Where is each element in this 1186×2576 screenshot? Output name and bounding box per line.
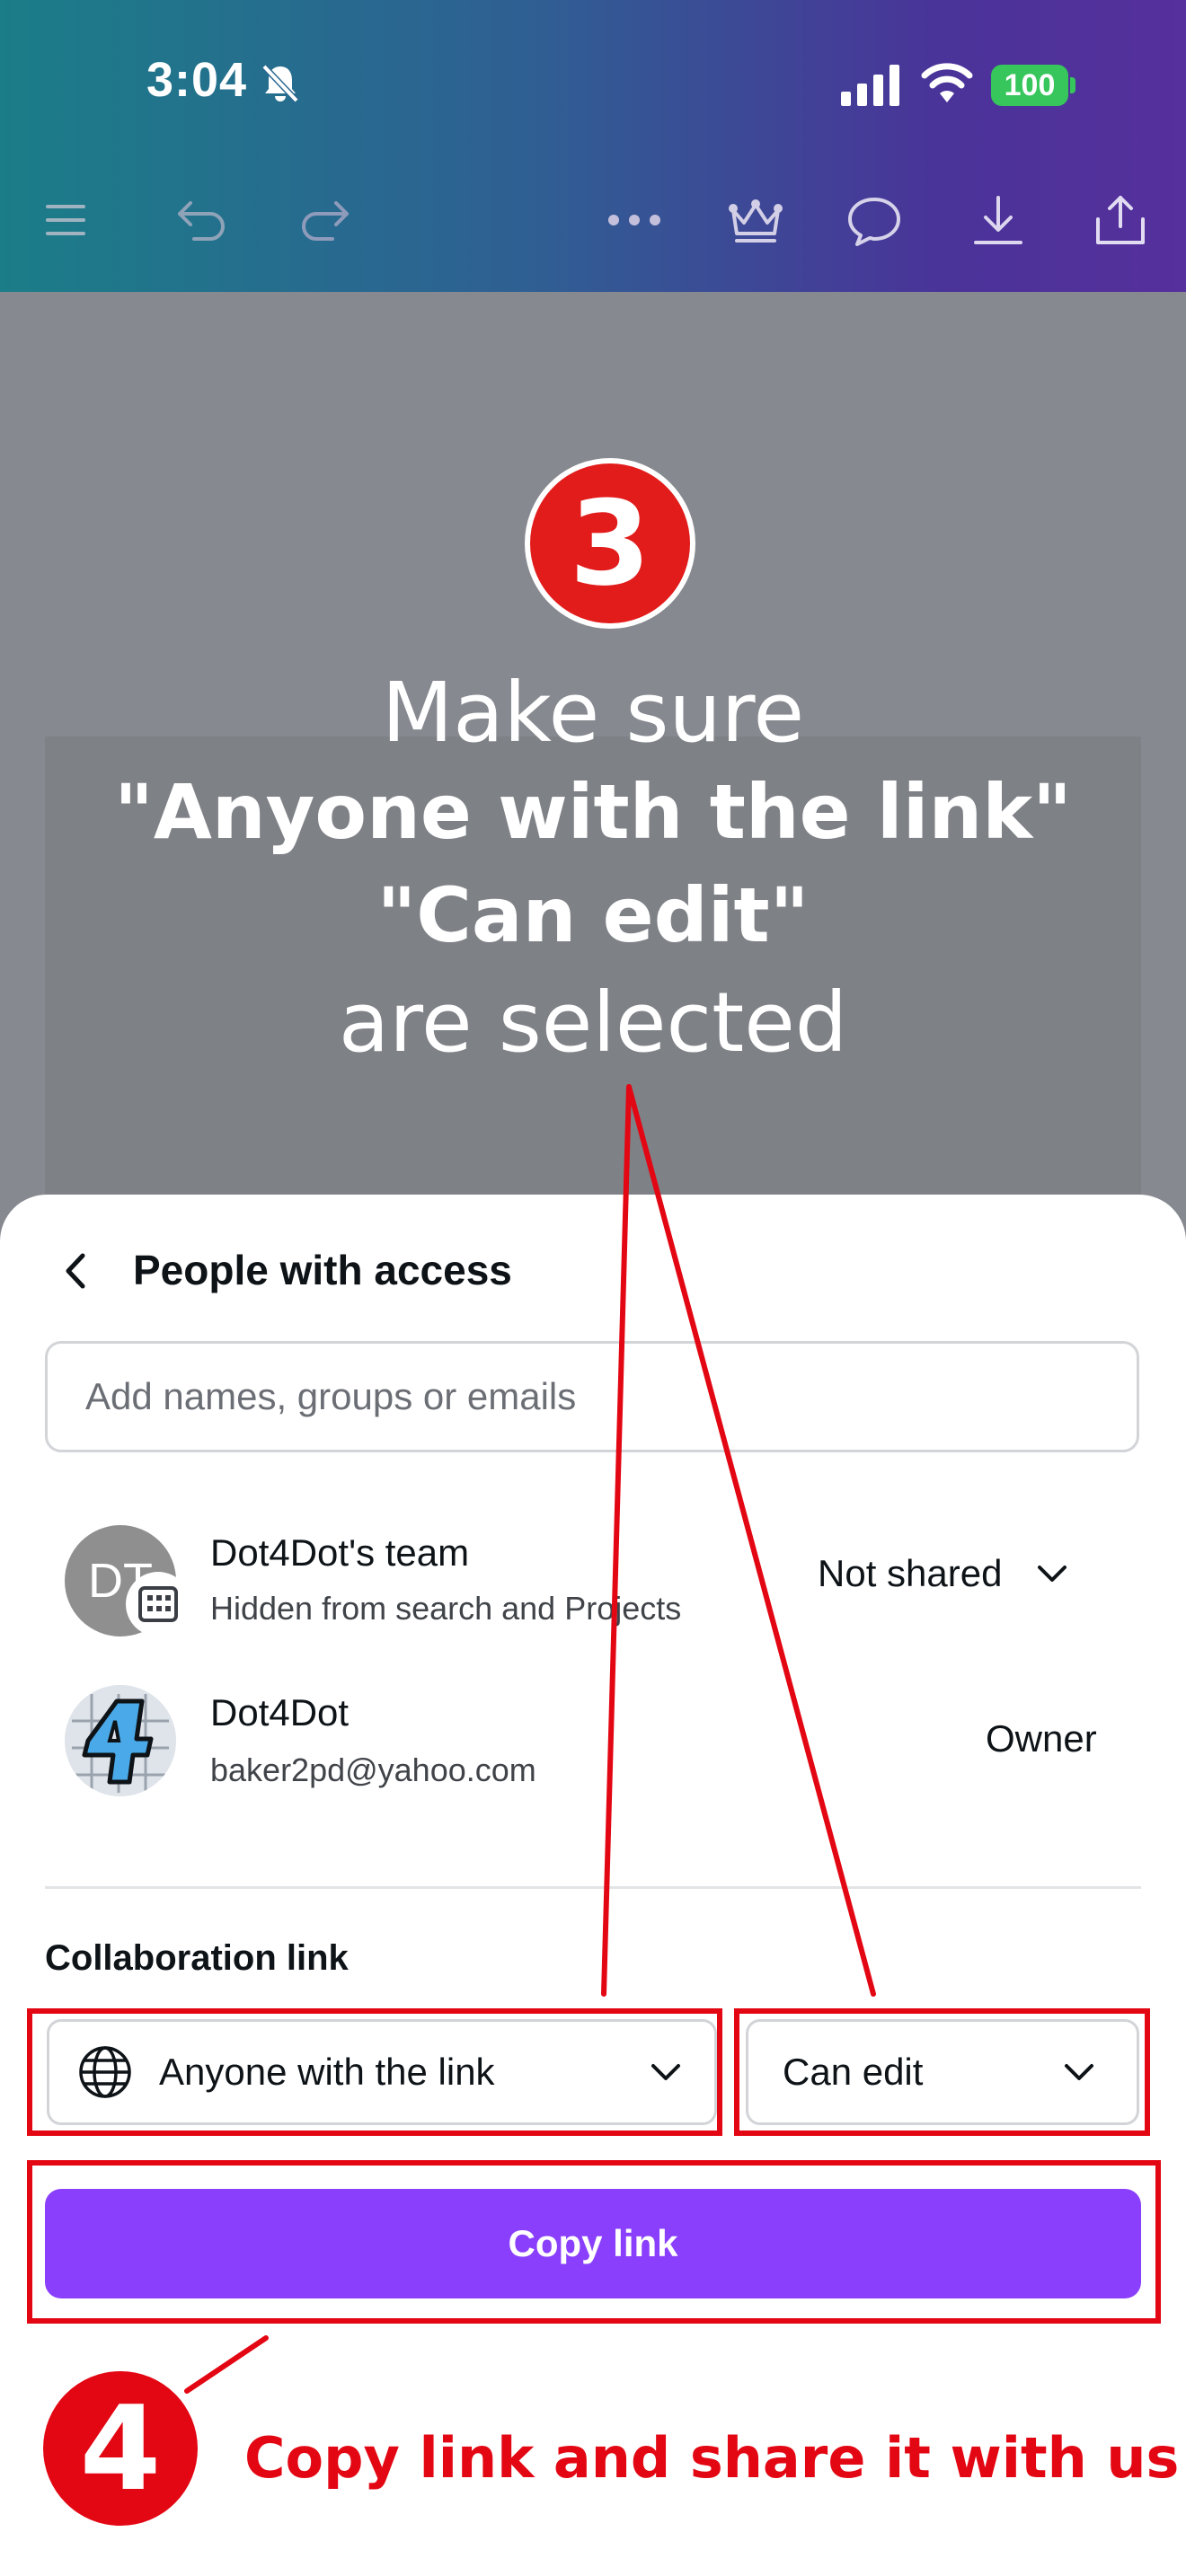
back-chevron-icon[interactable]: [58, 1248, 93, 1293]
step-4-badge: 4: [43, 2371, 198, 2526]
comment-icon[interactable]: [846, 196, 902, 248]
crown-icon[interactable]: [728, 199, 783, 244]
collaboration-link-label: Collaboration link: [45, 1938, 349, 1978]
battery-tip: [1070, 77, 1075, 93]
chevron-down-icon: [1038, 1566, 1067, 1582]
building-icon: [138, 1586, 178, 1622]
team-badge: [126, 1572, 190, 1636]
search-placeholder: Add names, groups or emails: [85, 1375, 577, 1417]
instruction-line-4: are selected: [338, 975, 848, 1071]
signal-icon: [841, 65, 899, 106]
highlight-copy-button: [27, 2160, 1161, 2324]
share-icon[interactable]: [1093, 192, 1148, 248]
person-email: baker2pd@yahoo.com: [210, 1751, 536, 1788]
status-time: 3:04: [146, 53, 248, 107]
access-level: Not shared: [818, 1552, 1003, 1594]
instruction-line-3: "Can edit": [376, 871, 810, 959]
instruction-line-1: Make sure: [381, 665, 805, 761]
undo-icon[interactable]: [174, 198, 225, 243]
redo-icon[interactable]: [302, 198, 352, 243]
person-name: Dot4Dot's team: [210, 1531, 470, 1574]
owner-avatar: [65, 1685, 176, 1796]
person-detail: Hidden from search and Projects: [210, 1590, 682, 1627]
owner-label: Owner: [986, 1717, 1097, 1760]
divider: [45, 1886, 1141, 1889]
team-access-dropdown[interactable]: Not shared: [818, 1552, 1070, 1595]
person-name: Dot4Dot: [210, 1691, 350, 1734]
highlight-link-scope: [27, 2008, 722, 2136]
step-3-badge: 3: [525, 458, 695, 629]
add-people-input[interactable]: Add names, groups or emails: [45, 1341, 1139, 1452]
app-toolbar: [0, 0, 1186, 292]
more-icon[interactable]: [607, 214, 661, 226]
menu-icon[interactable]: [45, 199, 86, 241]
wifi-icon: [921, 63, 973, 102]
highlight-permission: [734, 2008, 1150, 2136]
download-icon[interactable]: [970, 194, 1026, 248]
battery-indicator: 100: [991, 65, 1068, 106]
step-4-instruction: Copy link and share it with us: [244, 2425, 1180, 2491]
sheet-title: People with access: [133, 1247, 512, 1293]
mute-bell-icon: [261, 64, 299, 103]
instruction-line-2: "Anyone with the link": [114, 768, 1072, 856]
dot4dot-logo-icon: [65, 1685, 176, 1796]
